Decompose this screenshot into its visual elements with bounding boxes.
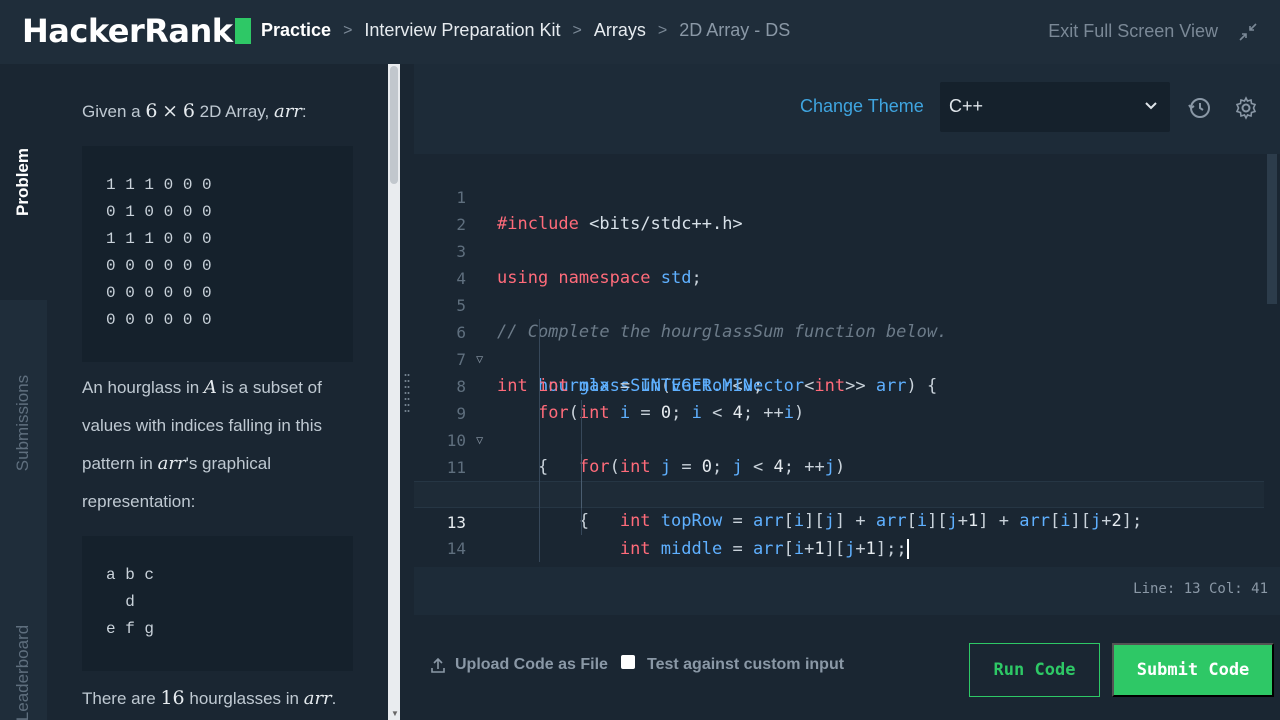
matrix-example: 1 1 1 0 0 0 0 1 0 0 0 0 1 1 1 0 0 0 0 0 … bbox=[82, 146, 353, 362]
code-line[interactable]: 12 int topRow = arr[i][j] + arr[i][j+1] … bbox=[414, 454, 1264, 531]
indent-guide bbox=[581, 454, 582, 508]
code-line[interactable]: 3 using namespace std; bbox=[414, 211, 1264, 288]
math-arr: arr bbox=[157, 453, 186, 474]
code-line[interactable]: 5 // Complete the hourglassSum function … bbox=[414, 265, 1264, 342]
vertical-tabs: Problem Submissions Leaderboard bbox=[0, 64, 47, 720]
count-text: There are bbox=[82, 689, 156, 708]
editor-status-bar: Line: 13 Col: 41 bbox=[414, 567, 1280, 615]
tab-submissions[interactable]: Submissions bbox=[0, 300, 47, 546]
cursor-position: Line: 13 Col: 41 bbox=[1133, 581, 1268, 597]
editor-scrollbar[interactable] bbox=[1264, 154, 1280, 567]
code-line[interactable]: 8 for(int i = 0; i < 4; ++i) bbox=[414, 346, 1264, 423]
problem-scrollbar[interactable]: ▼ bbox=[388, 64, 400, 720]
editor-scrollbar-thumb[interactable] bbox=[1267, 154, 1277, 304]
code-line[interactable]: 6 ▽ int hourglassSum(vector<vector<int>>… bbox=[414, 292, 1264, 396]
math-six: 6 bbox=[145, 100, 158, 122]
tab-problem[interactable]: Problem bbox=[0, 64, 47, 300]
breadcrumb: Practice > Interview Preparation Kit > A… bbox=[261, 20, 790, 41]
problem-pane: Given a 6 × 6 2D Array, arr: 1 1 1 0 0 0… bbox=[47, 64, 388, 720]
breadcrumb-current: 2D Array - DS bbox=[679, 20, 791, 40]
code-line[interactable]: 14 } bbox=[414, 508, 1264, 567]
code-line[interactable]: 11 ▽ { bbox=[414, 427, 1264, 531]
problem-intro: Given a 6 × 6 2D Array, arr: bbox=[82, 92, 342, 131]
code-line[interactable]: 9 ▽ { bbox=[414, 373, 1264, 477]
language-value: C++ bbox=[949, 96, 984, 116]
problem-scrollbar-thumb[interactable] bbox=[390, 66, 398, 184]
breadcrumb-separator-icon: > bbox=[572, 21, 582, 39]
breadcrumb-interview-kit[interactable]: Interview Preparation Kit bbox=[364, 20, 560, 41]
logo-text: HackerRank bbox=[22, 12, 233, 50]
history-icon[interactable] bbox=[1188, 96, 1212, 120]
upload-icon bbox=[431, 657, 445, 673]
top-header: HackerRank Practice > Interview Preparat… bbox=[0, 0, 1280, 64]
exit-fullscreen-link[interactable]: Exit Full Screen View bbox=[1048, 21, 1218, 42]
upload-code-button[interactable]: Upload Code as File bbox=[431, 656, 608, 674]
drag-grip-icon[interactable] bbox=[404, 372, 410, 414]
intro-text: 2D Array, bbox=[199, 102, 270, 121]
indent-guide bbox=[539, 319, 540, 562]
change-theme-link[interactable]: Change Theme bbox=[800, 96, 924, 117]
language-select[interactable]: C++ bbox=[940, 82, 1170, 132]
math-a: A bbox=[203, 377, 217, 398]
math-six: 6 bbox=[182, 100, 195, 122]
run-code-button[interactable]: Run Code bbox=[969, 643, 1100, 697]
math-arr: arr bbox=[273, 101, 302, 122]
math-times: × bbox=[162, 100, 179, 122]
tab-submissions-label: Submissions bbox=[13, 374, 33, 472]
breadcrumb-separator-icon: > bbox=[657, 21, 668, 39]
code-line[interactable]: 10 for(int j = 0; j < 4; ++j) bbox=[414, 400, 1264, 477]
count-text: hourglasses in bbox=[189, 689, 299, 708]
breadcrumb-practice[interactable]: Practice bbox=[261, 20, 331, 41]
hourglass-pattern: a b c d e f g bbox=[82, 536, 353, 671]
tab-problem-label: Problem bbox=[13, 147, 33, 217]
desc-text: An hourglass in bbox=[82, 378, 200, 397]
hackerrank-logo[interactable]: HackerRank bbox=[22, 12, 251, 50]
code-line[interactable]: 1 #include <bits/stdc++.h> bbox=[414, 157, 1264, 234]
hourglass-description: An hourglass in A is a subset of values … bbox=[82, 369, 342, 521]
breadcrumb-arrays[interactable]: Arrays bbox=[594, 20, 646, 41]
scroll-down-icon[interactable]: ▼ bbox=[391, 709, 399, 718]
code-line[interactable]: 2 bbox=[414, 184, 1264, 234]
exit-fullscreen-icon[interactable] bbox=[1238, 22, 1258, 42]
code-line-current[interactable]: 13 int middle = arr[i+1][j+1];; bbox=[414, 481, 1264, 559]
hourglass-count: There are 16 hourglasses in arr. bbox=[82, 679, 342, 718]
gear-icon[interactable] bbox=[1234, 96, 1258, 120]
code-editor[interactable]: 1 #include <bits/stdc++.h> 2 3 using nam… bbox=[414, 154, 1264, 567]
upload-label: Upload Code as File bbox=[455, 656, 608, 673]
intro-text: : bbox=[301, 102, 307, 121]
breadcrumb-separator-icon: > bbox=[343, 21, 353, 39]
code-line[interactable]: 4 bbox=[414, 238, 1264, 288]
chevron-down-icon bbox=[1145, 102, 1157, 110]
tab-leaderboard-label: Leaderboard bbox=[13, 624, 33, 720]
tab-leaderboard[interactable]: Leaderboard bbox=[0, 546, 47, 720]
code-line[interactable]: 7 int max = INTEGER.MIN; bbox=[414, 319, 1264, 396]
intro-text: Given a bbox=[82, 102, 141, 121]
math-arr: arr bbox=[303, 688, 332, 709]
math-sixteen: 16 bbox=[160, 687, 185, 709]
logo-mark bbox=[234, 18, 251, 44]
count-text: . bbox=[331, 689, 337, 708]
code-line[interactable]: 15 } bbox=[414, 535, 1264, 567]
custom-input-label[interactable]: Test against custom input bbox=[647, 656, 844, 674]
submit-code-button[interactable]: Submit Code bbox=[1112, 643, 1274, 697]
custom-input-checkbox[interactable] bbox=[621, 655, 635, 669]
